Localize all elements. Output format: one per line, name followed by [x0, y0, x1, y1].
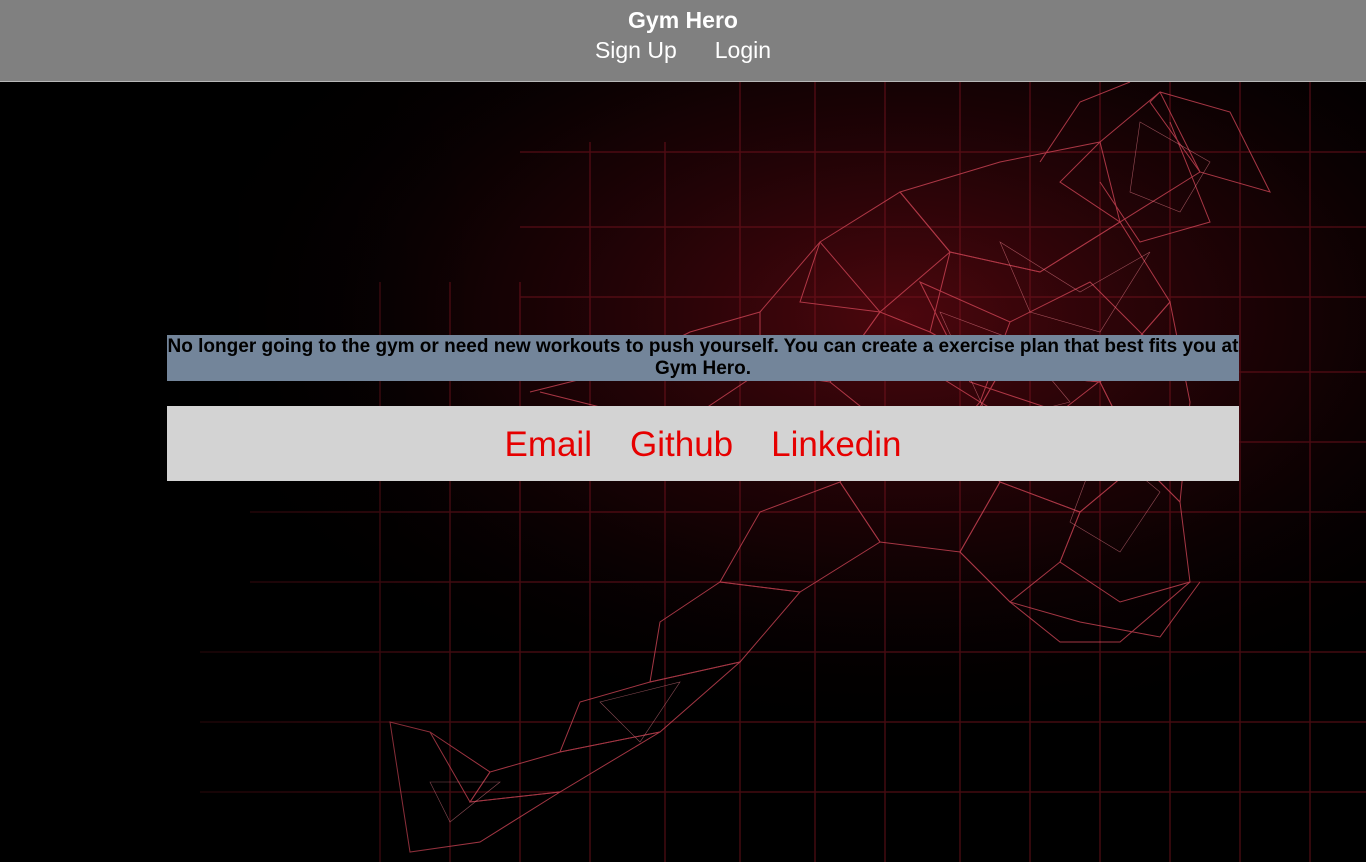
brand-title[interactable]: Gym Hero: [0, 0, 1366, 34]
nav-login-link[interactable]: Login: [715, 35, 771, 65]
page: Gym Hero Sign Up Login No longer going t…: [0, 0, 1366, 862]
linkedin-link[interactable]: Linkedin: [771, 425, 901, 465]
contact-links-bar: Email Github Linkedin: [167, 406, 1239, 481]
email-link[interactable]: Email: [504, 425, 592, 465]
site-header: Gym Hero Sign Up Login: [0, 0, 1366, 82]
github-link[interactable]: Github: [630, 425, 733, 465]
hero-tagline: No longer going to the gym or need new w…: [167, 335, 1239, 381]
main-nav: Sign Up Login: [0, 35, 1366, 65]
nav-sign-up-link[interactable]: Sign Up: [595, 35, 677, 65]
